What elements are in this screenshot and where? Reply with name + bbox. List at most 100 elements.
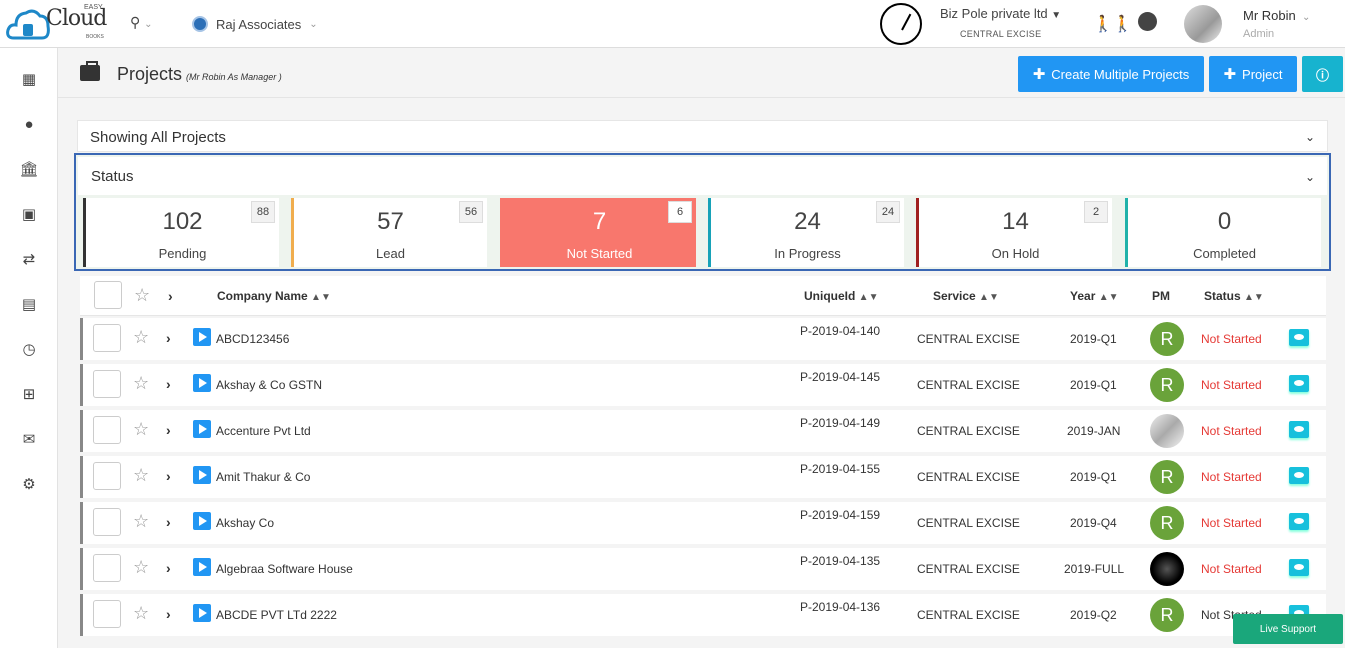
chevron-down-icon: ⌄ [144,19,153,30]
table-row[interactable]: ☆ › Akshay & Co GSTN P-2019-04-145 CENTR… [80,364,1326,406]
view-eye-icon[interactable] [1289,467,1309,484]
bank-icon[interactable]: 🏛 [18,158,40,180]
company-name[interactable]: Akshay Co [216,516,274,530]
chevron-down-icon[interactable]: ⌄ [1305,170,1315,184]
user-icon[interactable]: ● [18,113,40,135]
user-avatar[interactable] [1184,5,1222,43]
logo-text: Cloud [46,6,107,31]
all-projects-panel[interactable]: Showing All Projects ⌄ [77,120,1328,152]
search-button[interactable]: ⚲ ⌄ [130,14,166,34]
unique-id: P-2019-04-149 [800,416,881,430]
table-row[interactable]: ☆ › Accenture Pvt Ltd P-2019-04-149 CENT… [80,410,1326,452]
view-eye-icon[interactable] [1289,375,1309,392]
expand-row-icon[interactable]: › [166,514,171,530]
select-all-checkbox[interactable] [94,281,122,309]
play-icon[interactable] [193,374,211,392]
service: CENTRAL EXCISE [917,378,1020,392]
create-multiple-projects-button[interactable]: ✚ Create Multiple Projects [1018,56,1204,92]
chevron-down-icon[interactable]: ⌄ [1302,12,1310,23]
star-icon[interactable]: ☆ [133,557,149,578]
play-icon[interactable] [193,466,211,484]
header-company[interactable]: Company Name ▲▼ [217,289,331,303]
table-row[interactable]: ☆ › ABCD123456 P-2019-04-140 CENTRAL EXC… [80,318,1326,360]
user-role: Admin [1243,28,1275,40]
expand-row-icon[interactable]: › [166,560,171,576]
live-support-button[interactable]: Live Support [1233,614,1343,644]
star-icon[interactable]: ☆ [133,511,149,532]
table-row[interactable]: ☆ › Amit Thakur & Co P-2019-04-155 CENTR… [80,456,1326,498]
expand-row-icon[interactable]: › [166,376,171,392]
header-status[interactable]: Status ▲▼ [1204,289,1264,303]
play-icon[interactable] [193,558,211,576]
dashboard-icon[interactable]: ▦ [18,68,40,90]
star-icon[interactable]: ☆ [133,603,149,624]
briefcase-icon[interactable]: ▣ [18,203,40,225]
status-card-lead[interactable]: 57 Lead 56 [291,198,487,267]
transfer-icon[interactable]: ⇄ [18,248,40,270]
expand-all-icon[interactable]: › [168,288,173,304]
gear-icon[interactable]: ⚙ [18,473,40,495]
user-name[interactable]: Mr Robin [1243,8,1296,23]
organization-icon [192,16,208,32]
view-eye-icon[interactable] [1289,559,1309,576]
clock-icon[interactable]: ◷ [18,338,40,360]
view-eye-icon[interactable] [1289,421,1309,438]
star-icon[interactable]: ☆ [133,419,149,440]
view-eye-icon[interactable] [1289,329,1309,346]
globe-icon[interactable] [1138,12,1157,31]
row-checkbox[interactable] [93,508,121,536]
expand-row-icon[interactable]: › [166,606,171,622]
row-checkbox[interactable] [93,600,121,628]
header-unique-id[interactable]: UniqueId ▲▼ [804,289,878,303]
status-card-not-started[interactable]: 7 Not Started 6 [500,198,696,267]
add-project-button[interactable]: ✚ Project [1209,56,1297,92]
status-title: Status [91,168,134,185]
app-logo[interactable]: EASY Cloud BOOKS [6,2,116,46]
expand-row-icon[interactable]: › [166,422,171,438]
status-card-completed[interactable]: 0 Completed [1125,198,1321,267]
expand-row-icon[interactable]: › [166,330,171,346]
company-name[interactable]: ABCDE PVT LTd 2222 [216,608,337,622]
company-name[interactable]: Akshay & Co GSTN [216,378,322,392]
expand-row-icon[interactable]: › [166,468,171,484]
table-row[interactable]: ☆ › Akshay Co P-2019-04-159 CENTRAL EXCI… [80,502,1326,544]
row-checkbox[interactable] [93,370,121,398]
play-icon[interactable] [193,328,211,346]
status-card-on-hold[interactable]: 14 On Hold 2 [916,198,1112,267]
star-icon[interactable]: ☆ [133,373,149,394]
row-checkbox[interactable] [93,324,121,352]
table-row[interactable]: ☆ › ABCDE PVT LTd 2222 P-2019-04-136 CEN… [80,594,1326,636]
status-header[interactable]: Status ⌄ [78,157,1327,195]
document-icon[interactable]: ▤ [18,293,40,315]
plus-square-icon[interactable]: ⊞ [18,383,40,405]
company-name[interactable]: Amit Thakur & Co [216,470,310,484]
organization-selector[interactable]: Raj Associates ⌄ [192,14,318,34]
play-icon[interactable] [193,512,211,530]
service: CENTRAL EXCISE [917,608,1020,622]
play-icon[interactable] [193,604,211,622]
table-row[interactable]: ☆ › Algebraa Software House P-2019-04-13… [80,548,1326,590]
unique-id: P-2019-04-140 [800,324,881,338]
star-icon[interactable]: ☆ [133,465,149,486]
status-card-pending[interactable]: 102 Pending 88 [83,198,279,267]
business-selector[interactable]: Biz Pole private ltd ▼ [940,6,1061,21]
company-name[interactable]: Algebraa Software House [216,562,353,576]
mail-icon[interactable]: ✉ [18,428,40,450]
company-name[interactable]: Accenture Pvt Ltd [216,424,311,438]
info-button[interactable]: ⓘ [1302,56,1343,92]
team-icon[interactable]: 🚶🚶 [1093,14,1133,34]
chevron-down-icon[interactable]: ⌄ [1305,130,1315,144]
play-icon[interactable] [193,420,211,438]
header-service[interactable]: Service ▲▼ [933,289,999,303]
status-card-in-progress[interactable]: 24 In Progress 24 [708,198,904,267]
row-checkbox[interactable] [93,416,121,444]
row-checkbox[interactable] [93,462,121,490]
star-icon[interactable]: ☆ [134,285,150,306]
company-name[interactable]: ABCD123456 [216,332,289,346]
clock-icon[interactable] [880,3,922,45]
header-year[interactable]: Year ▲▼ [1070,289,1119,303]
pm-avatar: R [1150,506,1184,540]
star-icon[interactable]: ☆ [133,327,149,348]
view-eye-icon[interactable] [1289,513,1309,530]
row-checkbox[interactable] [93,554,121,582]
